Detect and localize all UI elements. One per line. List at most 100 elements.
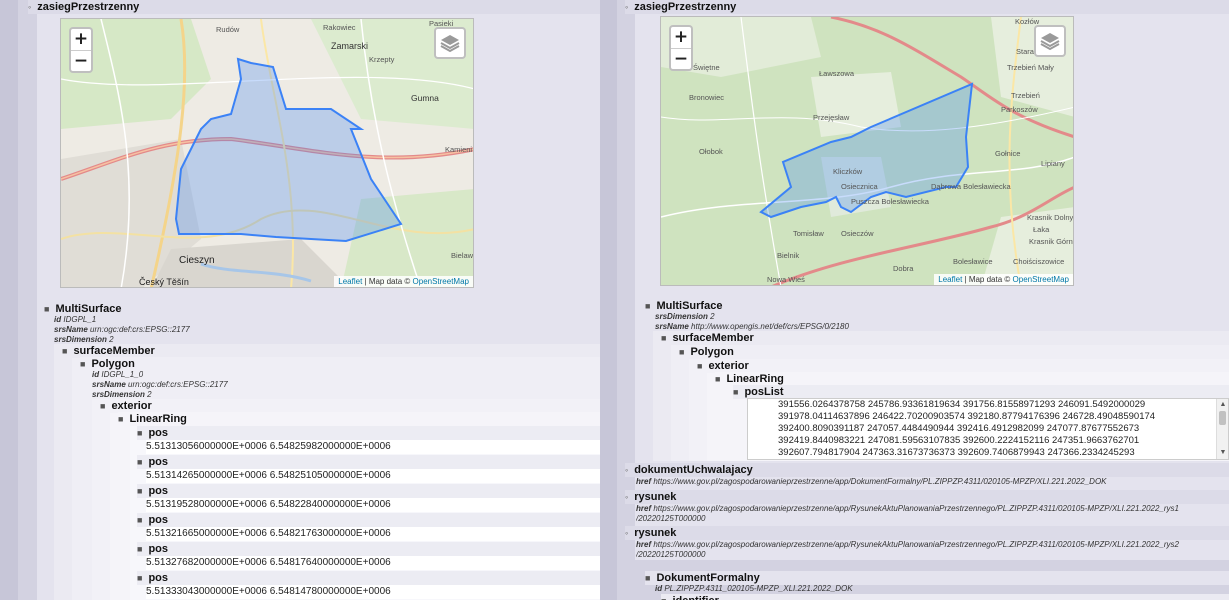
linearring-header[interactable]: ■ LinearRing [715, 372, 1229, 386]
layers-button[interactable] [1034, 25, 1066, 57]
dokument-href[interactable]: href https://www.gov.pl/zagospodarowanie… [636, 477, 1229, 487]
exterior-header[interactable]: ■ exterior [100, 399, 600, 413]
map-label: Krasnik Górny [1029, 237, 1074, 246]
pos-header[interactable]: ■ pos [137, 455, 600, 469]
map-label: Świętne [693, 63, 720, 72]
bullet-icon: ◦ [625, 2, 629, 12]
map-label: Dąbrowa Bolesławiecka [931, 182, 1011, 191]
map-widget-left[interactable]: Rudów Rakowiec Zamarski Pasieki Krzepty … [60, 18, 474, 288]
polygon-header[interactable]: ■ Polygon [679, 345, 1229, 359]
pos-header[interactable]: ■ pos [137, 513, 600, 527]
map-label: Kamieni [445, 145, 473, 154]
surfacemember-header[interactable]: ■ surfaceMember [62, 344, 600, 358]
zoom-control: + − [669, 25, 693, 71]
attr-key: srsName [92, 380, 126, 389]
surfacemember-header[interactable]: ■ surfaceMember [661, 331, 1229, 345]
right-feature-panel: ◦ zasiegPrzestrzenny Kozłów Stara Olesz Ś… [617, 0, 1229, 600]
exterior-title: exterior [708, 360, 749, 372]
leaflet-link[interactable]: Leaflet [938, 275, 962, 284]
map-label: Przejęsław [813, 113, 850, 122]
map-label: Łaka [1033, 225, 1050, 234]
multisurface-header[interactable]: ■ MultiSurface [645, 299, 1229, 313]
map-label: Osieczów [841, 229, 874, 238]
bullet-icon: ◦ [625, 465, 629, 475]
map-label: Rudów [216, 25, 240, 34]
pos-header[interactable]: ■ pos [137, 542, 600, 556]
map-label: Zamarski [331, 41, 369, 51]
map-widget-right[interactable]: Kozłów Stara Olesz Świętne Ławszowa Trze… [660, 16, 1074, 286]
osm-link[interactable]: OpenStreetMap [413, 277, 469, 286]
layers-button[interactable] [434, 27, 466, 59]
scroll-up-icon[interactable]: ▲ [1217, 399, 1228, 411]
zasieg-header[interactable]: ◦ zasiegPrzestrzenny [28, 0, 600, 14]
rysunek-header[interactable]: ◦ rysunek [625, 490, 1229, 504]
attr-value: PL.ZIPPZP.4311_020105-MPZP_XLI.221.2022_… [664, 584, 853, 593]
bullet-icon: ■ [679, 347, 685, 357]
map-label: Ołobok [699, 147, 723, 156]
pos-value: 5.51314265000000E+0006 6.54825105000000E… [146, 469, 600, 483]
rysunek-href[interactable]: href https://www.gov.pl/zagospodarowanie… [636, 504, 1229, 514]
attribution-text: | Map data © [962, 275, 1013, 284]
scroll-thumb[interactable] [1219, 411, 1226, 425]
dokument-formalny-title: DokumentFormalny [656, 572, 760, 584]
poslist-content: 391556.0264378758 245786.93361819634 391… [748, 399, 1214, 459]
zoom-out-button[interactable]: − [671, 48, 691, 69]
identifier-title: identifier [672, 595, 718, 600]
attr-key: href [636, 504, 652, 513]
identifier-header[interactable]: ■ identifier [661, 594, 1229, 600]
poslist-line: 392419.8440983221 247081.59563107835 392… [778, 435, 1140, 446]
poslist-scrollbar[interactable]: ▲ ▼ [1216, 399, 1228, 459]
zasieg-header[interactable]: ◦ zasiegPrzestrzenny [625, 0, 1229, 14]
pos-header[interactable]: ■ pos [137, 484, 600, 498]
attr-key: id [92, 370, 100, 379]
zoom-in-button[interactable]: + [71, 29, 91, 50]
dokument-uchwalajacy-header[interactable]: ◦ dokumentUchwalajacy [625, 463, 1229, 477]
pos-title: pos [148, 543, 168, 555]
poslist-header[interactable]: ■ posList [733, 385, 1229, 399]
pos-title: pos [148, 572, 168, 584]
attribution-text: | Map data © [362, 277, 413, 286]
zoom-in-button[interactable]: + [671, 27, 691, 48]
osm-link[interactable]: OpenStreetMap [1013, 275, 1069, 284]
bullet-icon: ◦ [28, 2, 32, 12]
dokument-formalny-header[interactable]: ■ DokumentFormalny [645, 571, 1229, 585]
scroll-down-icon[interactable]: ▼ [1217, 447, 1228, 459]
zoom-out-button[interactable]: − [71, 50, 91, 71]
pos-header[interactable]: ■ pos [137, 426, 600, 440]
leaflet-link[interactable]: Leaflet [338, 277, 362, 286]
map-label: Tomisław [793, 229, 824, 238]
exterior-title: exterior [111, 400, 152, 412]
polygon-id: id IDGPL_1_0 [92, 370, 143, 380]
rysunek-href-cont: /20220125T000000 [636, 550, 706, 559]
linearring-title: LinearRing [129, 413, 187, 425]
poslist-line: 391556.0264378758 245786.93361819634 391… [778, 399, 1146, 410]
rysunek-header[interactable]: ◦ rysunek [625, 526, 1229, 540]
map-attribution: Leaflet | Map data © OpenStreetMap [934, 274, 1073, 285]
attr-value: https://www.gov.pl/zagospodarowanieprzes… [653, 504, 1180, 513]
map-label: Nowa Wieś [767, 275, 805, 284]
pos-value: 5.51313056000000E+0006 6.54825982000000E… [146, 440, 600, 454]
bullet-icon: ■ [715, 374, 721, 384]
bullet-icon: ◦ [625, 528, 629, 538]
zasieg-title: zasiegPrzestrzenny [37, 1, 140, 13]
exterior-header[interactable]: ■ exterior [697, 359, 1229, 373]
bullet-icon: ■ [80, 359, 86, 369]
bullet-icon: ■ [661, 596, 666, 600]
multisurface-id: id IDGPL_1 [54, 315, 96, 325]
map-label: Trzebień Mały [1007, 63, 1054, 72]
linearring-header[interactable]: ■ LinearRing [118, 412, 600, 426]
bullet-icon: ■ [137, 515, 143, 525]
pos-header[interactable]: ■ pos [137, 571, 600, 585]
polygon-title: Polygon [690, 346, 734, 358]
rysunek-href[interactable]: href https://www.gov.pl/zagospodarowanie… [636, 540, 1229, 550]
attr-value: 2 [147, 390, 152, 399]
bullet-icon: ■ [697, 361, 703, 371]
pos-value: 5.51327682000000E+0006 6.54817640000000E… [146, 556, 600, 570]
layers-icon [1040, 33, 1060, 51]
bullet-icon: ■ [661, 333, 667, 343]
poslist-textarea[interactable]: 391556.0264378758 245786.93361819634 391… [747, 398, 1229, 460]
multisurface-header[interactable]: ■ MultiSurface [44, 302, 600, 316]
zasieg-title: zasiegPrzestrzenny [634, 1, 737, 13]
polygon-header[interactable]: ■ Polygon [80, 357, 600, 371]
bullet-icon: ■ [100, 401, 106, 411]
